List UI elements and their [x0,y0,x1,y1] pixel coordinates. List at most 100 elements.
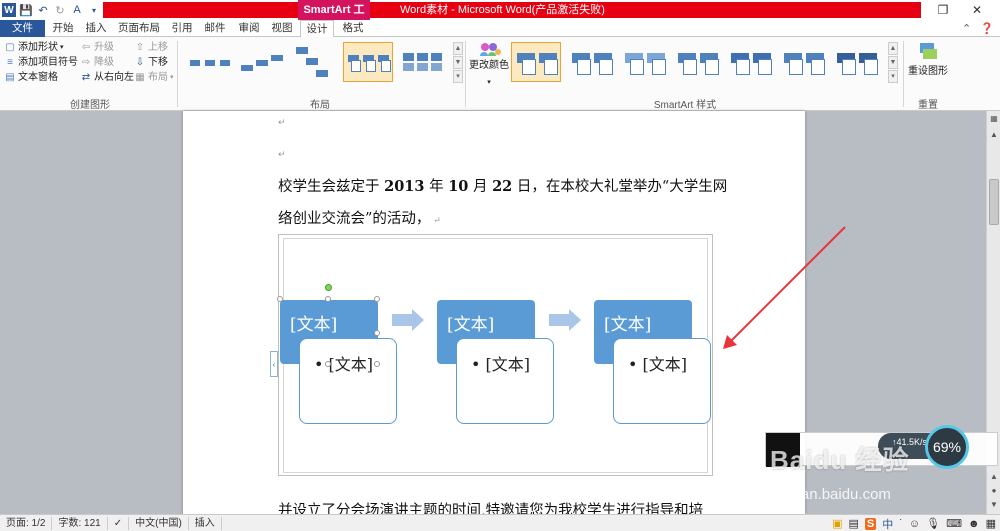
promote-button[interactable]: ⇦ 升级 [80,40,114,55]
status-bar: 页面: 1/2 字数: 121 ✓ 中文(中国) 插入 ▣ ▤ S 中 ˙ ☺ … [0,514,1000,531]
status-insert-mode[interactable]: 插入 [189,516,222,530]
tab-page-layout[interactable]: 页面布局 [115,20,163,37]
resize-handle[interactable] [277,296,283,302]
punctuation-icon[interactable]: ˙ [899,518,903,530]
right-to-left-icon: ⇄ [81,71,91,83]
restore-icon[interactable]: ❐ [928,0,958,20]
layout-option-3[interactable] [290,42,340,82]
text-pane-button[interactable]: ▤ 文本窗格 [4,70,58,85]
layout-group-label: 布局 [310,100,330,111]
rotate-handle[interactable] [325,284,332,291]
add-bullet-icon: ≡ [7,56,13,68]
keyboard-icon[interactable]: ⌨ [946,517,962,530]
ribbon-tabs: 文件 开始 插入 页面布局 引用 邮件 审阅 视图 设计 格式 ⌃ ❓ [0,20,1000,38]
proofing-icon[interactable]: ✓ [108,516,130,530]
layout-scroll-up[interactable]: ▲ [453,42,463,55]
promote-icon: ⇦ [81,41,91,53]
move-up-button[interactable]: ⇧ 上移 [134,40,168,55]
watermark-url: jingyan.baidu.com [770,486,891,503]
document-page[interactable]: ↵ ↵ 校学生会兹定于 2013 年 10 月 22 日，在本校大礼堂举办“大学… [183,111,846,519]
move-down-icon: ⇩ [135,56,145,68]
style-scroll-up[interactable]: ▲ [888,42,898,55]
right-to-left-button[interactable]: ⇄ 从右向左 [80,70,134,85]
tab-format[interactable]: 格式 [336,20,370,37]
redo-icon[interactable]: ↻ [53,3,67,17]
paragraph-1[interactable]: 校学生会兹定于 2013 年 10 月 22 日，在本校大礼堂举办“大学生网 [278,175,727,196]
user-icon[interactable]: ☻ [968,518,980,530]
tab-review[interactable]: 审阅 [234,20,264,37]
minimize-ribbon-icon[interactable]: ⌃ [962,23,971,35]
change-colors-button[interactable]: 更改颜色 ▾ [469,40,509,90]
style-more[interactable]: ▾ [888,70,898,83]
resize-handle[interactable] [374,296,380,302]
style-option-1-selected[interactable] [511,42,561,82]
move-down-button[interactable]: ⇩ 下移 [134,55,168,70]
style-option-5[interactable] [725,42,775,82]
layout-option-5[interactable] [396,42,446,82]
tab-insert[interactable]: 插入 [81,20,111,37]
text-pane-expander[interactable]: ‹ [270,351,278,377]
status-words[interactable]: 字数: 121 [52,516,108,530]
tab-references[interactable]: 引用 [167,20,197,37]
layout-icon: ▦ [135,71,145,83]
layout-option-2[interactable] [237,42,287,82]
style-option-7[interactable] [831,42,881,82]
resize-handle[interactable] [325,361,331,367]
move-up-icon: ⇧ [135,41,145,53]
ime-chinese-icon[interactable]: 中 [882,516,893,531]
layout-dropdown-button[interactable]: ▦ 布局 ▾ [134,70,173,85]
undo-icon[interactable]: ↶ [36,3,50,17]
scroll-up-icon[interactable]: ▲ [988,129,1000,141]
ime-logo-icon[interactable]: S [864,517,877,530]
paragraph-2[interactable]: 络创业交流会”的活动， ↵ [278,207,441,228]
reading-view-icon[interactable]: ▤ [849,517,859,530]
tab-home[interactable]: 开始 [48,20,78,37]
style-option-2[interactable] [566,42,616,82]
status-page[interactable]: 页面: 1/2 [0,516,53,530]
close-icon[interactable]: ✕ [962,0,992,20]
next-page-icon[interactable]: ▼ [988,499,1000,511]
paragraph-mark: ↵ [278,149,286,159]
status-language[interactable]: 中文(中国) [129,516,189,530]
smartart-card-3[interactable]: • [文本] [613,338,711,424]
demote-button[interactable]: ⇨ 降级 [80,55,114,70]
resize-handle[interactable] [374,330,380,336]
save-icon[interactable]: 💾 [19,3,33,17]
tab-design[interactable]: 设计 [300,20,334,38]
ruler-toggle-icon[interactable]: ▦ [988,113,1000,125]
grid-menu-icon[interactable]: ▦ [986,517,996,530]
style-option-3[interactable] [619,42,669,82]
style-option-4[interactable] [672,42,722,82]
print-layout-icon[interactable]: ▣ [832,517,842,530]
resize-handle[interactable] [325,296,331,302]
emoji-icon[interactable]: ☺ [909,518,920,530]
text-pane-icon: ▤ [5,71,15,83]
add-bullet-button[interactable]: ≡ 添加项目符号 [4,55,78,70]
group-separator [903,41,904,107]
usage-gauge: 69% [925,425,969,469]
help-icon[interactable]: ❓ [980,23,994,35]
style-scroll-down[interactable]: ▼ [888,56,898,69]
style-option-6[interactable] [778,42,828,82]
resize-handle[interactable] [374,361,380,367]
scroll-thumb[interactable] [989,179,999,225]
tab-mailings[interactable]: 邮件 [200,20,230,37]
smartart-card-1[interactable]: • [文本] [299,338,397,424]
reset-graphic-button[interactable]: 重设图形 [908,40,948,90]
mic-icon[interactable]: 🎙 [926,517,940,530]
smartart-card-2[interactable]: • [文本] [456,338,554,424]
word-app-icon[interactable]: W [2,3,16,17]
customize-qat-icon[interactable]: ▾ [87,3,101,17]
window-title: Word素材 - Microsoft Word(产品激活失败) [400,4,605,16]
browse-object-icon[interactable]: ● [988,485,1000,497]
layout-option-4-selected[interactable] [343,42,393,82]
tab-view[interactable]: 视图 [267,20,297,37]
font-color-icon[interactable]: A [70,3,84,17]
paragraph-mark: ↵ [278,117,286,127]
layout-scroll-down[interactable]: ▼ [453,56,463,69]
tab-file[interactable]: 文件 [0,20,45,37]
prev-page-icon[interactable]: ▲ [988,471,1000,483]
add-shape-button[interactable]: ▢ 添加形状 ▾ [4,40,63,55]
layout-more[interactable]: ▾ [453,70,463,83]
layout-option-1[interactable] [184,42,234,82]
